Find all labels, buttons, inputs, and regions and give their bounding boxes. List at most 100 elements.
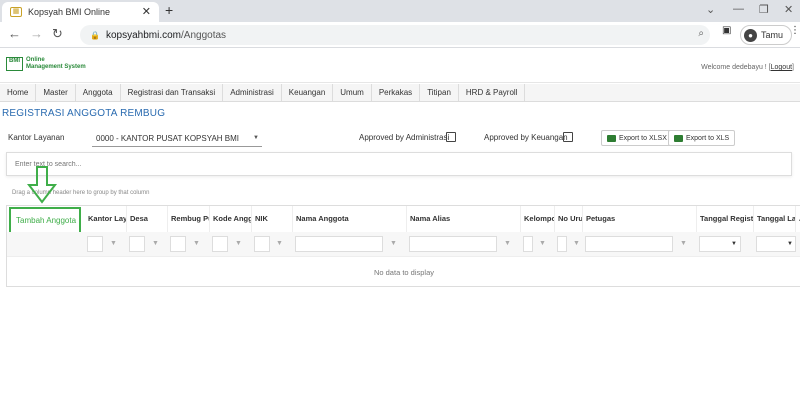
search-input[interactable]: [7, 153, 791, 176]
avatar-icon: ●: [744, 28, 757, 42]
kantor-value: 0000 - KANTOR PUSAT KOPSYAH BMI: [96, 134, 240, 143]
menu-kebab-icon[interactable]: ⋮: [790, 25, 800, 36]
menu-registrasi-transaksi[interactable]: Registrasi dan Transaksi: [121, 84, 224, 101]
approved-admin-checkbox[interactable]: [446, 132, 456, 142]
address-bar[interactable]: 🔒 kopsyahbmi.com/Anggotas ⌕: [80, 25, 710, 45]
zoom-icon[interactable]: ⌕: [698, 28, 704, 39]
restore-icon[interactable]: ❐: [759, 3, 769, 16]
profile-name: Tamu: [761, 30, 784, 40]
filter-cell[interactable]: [585, 236, 673, 252]
side-panel-icon[interactable]: ▣: [722, 25, 731, 36]
filter-cell[interactable]: [129, 236, 145, 252]
back-icon[interactable]: ←: [8, 26, 21, 41]
column-header-desa[interactable]: Desa: [127, 206, 168, 232]
reload-icon[interactable]: ↻: [52, 26, 63, 42]
filter-row: Kantor Layanan 0000 - KANTOR PUSAT KOPSY…: [0, 128, 800, 148]
column-header-nama-anggota[interactable]: Nama Anggota: [293, 206, 407, 232]
browser-tab[interactable]: ▦ Kopsyah BMI Online ✕: [2, 2, 159, 22]
lock-icon: 🔒: [90, 30, 100, 40]
browser-tab-strip: ▦ Kopsyah BMI Online ✕ + ⌄ — ❐ ✕: [0, 0, 800, 22]
filter-cell[interactable]: [212, 236, 228, 252]
filter-cell[interactable]: [409, 236, 497, 252]
menu-administrasi[interactable]: Administrasi: [223, 84, 282, 101]
annotation-arrow-icon: [26, 166, 58, 204]
tab-title: Kopsyah BMI Online: [28, 7, 111, 17]
menu-home[interactable]: Home: [0, 84, 37, 101]
chevron-down-icon[interactable]: ▼: [731, 241, 737, 247]
menu-hrd-payroll[interactable]: HRD & Payroll: [459, 84, 526, 101]
close-tab-icon[interactable]: ✕: [142, 5, 151, 18]
filter-cell[interactable]: [557, 236, 567, 252]
minimize-icon[interactable]: —: [733, 3, 744, 15]
logout-link[interactable]: Logout: [771, 64, 792, 71]
column-header-petugas[interactable]: Petugas: [583, 206, 697, 232]
anggota-grid: Tambah Anggota Kantor Lay Desa Rembug Pu…: [6, 205, 800, 287]
url-path: /Anggotas: [181, 29, 227, 41]
funnel-icon[interactable]: ▼: [276, 240, 283, 247]
approved-admin-label: Approved by Administrasi: [359, 133, 450, 142]
close-window-icon[interactable]: ✕: [784, 3, 793, 16]
menu-anggota[interactable]: Anggota: [76, 84, 121, 101]
funnel-icon[interactable]: ▼: [193, 240, 200, 247]
menu-master[interactable]: Master: [36, 84, 76, 101]
logo-line2: Management System: [26, 64, 86, 70]
funnel-icon[interactable]: ▼: [539, 240, 546, 247]
column-header-rembug[interactable]: Rembug Pu: [168, 206, 210, 232]
column-header-kode[interactable]: Kode Angg: [210, 206, 252, 232]
new-tab-icon[interactable]: +: [165, 2, 173, 18]
search-box: [6, 152, 792, 176]
funnel-icon[interactable]: ▼: [390, 240, 397, 247]
filter-cell[interactable]: [87, 236, 103, 252]
filter-cell[interactable]: [254, 236, 270, 252]
funnel-icon[interactable]: ▼: [110, 240, 117, 247]
funnel-icon[interactable]: ▼: [504, 240, 511, 247]
approved-keuangan-checkbox[interactable]: [563, 132, 573, 142]
menu-perkakas[interactable]: Perkakas: [372, 84, 421, 101]
column-header-nama-alias[interactable]: Nama Alias: [407, 206, 521, 232]
forward-icon[interactable]: →: [30, 26, 43, 41]
column-header-no-urut[interactable]: No Uru: [555, 206, 583, 232]
column-header-tanggal-registrasi[interactable]: Tanggal Registr: [697, 206, 754, 232]
profile-button[interactable]: ● Tamu: [740, 25, 793, 45]
filter-cell[interactable]: [523, 236, 533, 252]
chevron-down-icon[interactable]: ▼: [787, 241, 793, 247]
column-header-nik[interactable]: NIK: [252, 206, 293, 232]
funnel-icon[interactable]: ▼: [235, 240, 242, 247]
app-logo[interactable]: BMI Online Management System: [6, 57, 86, 71]
app-header: BMI Online Management System Welcome ded…: [0, 49, 800, 83]
excel-icon: [607, 134, 616, 142]
excel-icon: [674, 134, 683, 142]
favicon-icon: ▦: [10, 7, 22, 17]
filter-cell[interactable]: [170, 236, 186, 252]
funnel-icon[interactable]: ▼: [152, 240, 159, 247]
page-title: REGISTRASI ANGGOTA REMBUG: [2, 108, 166, 119]
column-header-kantor[interactable]: Kantor Lay: [85, 206, 127, 232]
funnel-icon[interactable]: ▼: [573, 240, 580, 247]
tab-search-icon[interactable]: ⌄: [706, 3, 715, 16]
logo-mark-icon: BMI: [6, 57, 23, 71]
empty-state: No data to display: [7, 256, 800, 288]
export-xls-button[interactable]: Export to XLS: [668, 130, 736, 146]
menu-keuangan[interactable]: Keuangan: [282, 84, 334, 101]
menu-umum[interactable]: Umum: [333, 84, 372, 101]
approved-keuangan-label: Approved by Keuangan: [484, 133, 568, 142]
filter-row-grid: ▼ ▼ ▼ ▼ ▼ ▼ ▼ ▼ ▼ ▼ ▼ ▼: [7, 232, 800, 256]
filter-cell[interactable]: [295, 236, 383, 252]
export-xlsx-label: Export to XLSX: [619, 134, 667, 142]
export-xlsx-button[interactable]: Export to XLSX: [601, 130, 673, 146]
kantor-label: Kantor Layanan: [8, 133, 65, 142]
browser-toolbar: ← → ↻ 🔒 kopsyahbmi.com/Anggotas ⌕ ▣ ● Ta…: [0, 22, 800, 48]
tambah-anggota-button[interactable]: Tambah Anggota: [9, 207, 81, 234]
column-header-a[interactable]: A: [796, 206, 800, 232]
column-header-kelompok[interactable]: Kelompo: [521, 206, 555, 232]
chevron-down-icon: ▼: [253, 135, 259, 141]
menu-titipan[interactable]: Titipan: [420, 84, 459, 101]
funnel-icon[interactable]: ▼: [680, 240, 687, 247]
welcome-label: Welcome dedebayu ! [: [701, 64, 771, 71]
logo-line1: Online: [26, 57, 45, 63]
welcome-close: ]: [792, 64, 794, 71]
main-menu: Home Master Anggota Registrasi dan Trans…: [0, 84, 800, 102]
url-domain: kopsyahbmi.com: [105, 29, 181, 41]
column-header-tanggal-lahir[interactable]: Tanggal La: [754, 206, 796, 232]
kantor-select[interactable]: 0000 - KANTOR PUSAT KOPSYAH BMI ▼: [92, 130, 262, 147]
